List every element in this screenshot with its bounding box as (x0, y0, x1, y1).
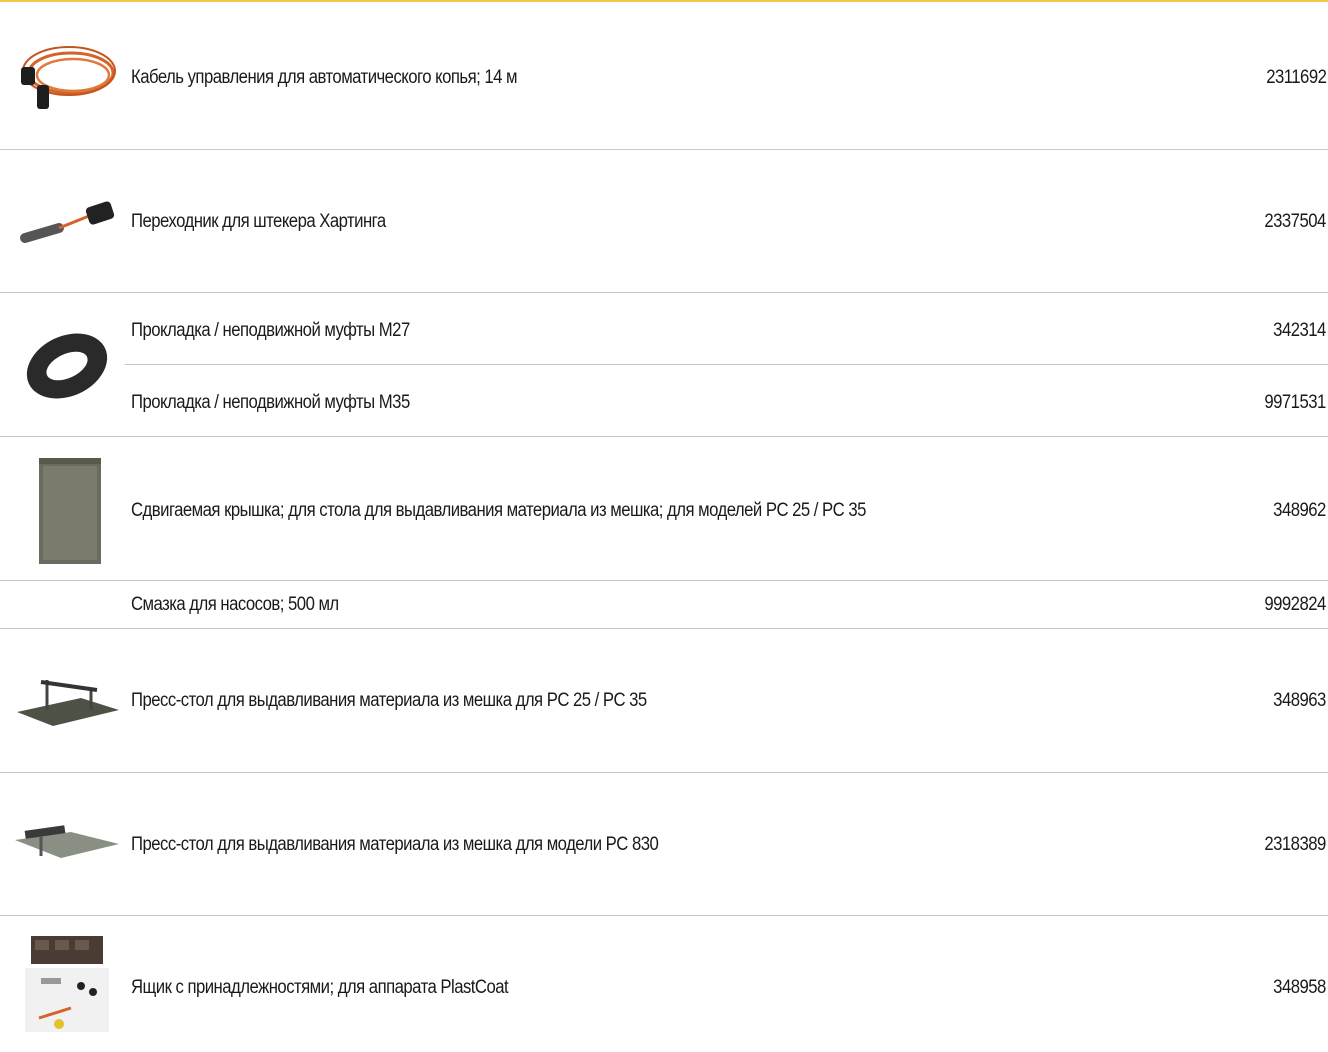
row-separator (0, 580, 1328, 581)
item-code: 348958 (1273, 977, 1326, 998)
item-label: Переходник для штекера Хартинга (131, 211, 386, 232)
accessory-box-icon (10, 926, 122, 1046)
item-label: Пресс-стол для выдавливания материала из… (131, 690, 647, 711)
top-accent-rule (0, 0, 1328, 2)
row-separator (0, 628, 1328, 629)
gasket-ring-icon (10, 300, 122, 430)
item-code: 348963 (1273, 690, 1326, 711)
item-label: Смазка для насосов; 500 мл (131, 594, 339, 615)
item-label: Ящик с принадлежностями; для аппарата Pl… (131, 977, 509, 998)
item-code: 2337504 (1264, 211, 1327, 232)
item-code: 2311692 (1265, 67, 1327, 88)
item-label: Пресс-стол для выдавливания материала из… (131, 834, 659, 855)
press-table-icon (10, 790, 122, 890)
item-code: 348962 (1273, 500, 1326, 521)
item-label: Кабель управления для автоматического ко… (131, 67, 518, 88)
item-code: 9992824 (1264, 594, 1327, 615)
item-code: 9971531 (1264, 392, 1327, 413)
row-separator (0, 149, 1328, 150)
cable-coil-icon (10, 30, 122, 126)
item-code: 342314 (1273, 320, 1326, 341)
item-label: Прокладка / неподвижной муфты M27 (131, 320, 410, 341)
row-separator (0, 915, 1328, 916)
row-separator (0, 772, 1328, 773)
item-code: 2318389 (1264, 834, 1327, 855)
row-separator (0, 436, 1328, 437)
press-table-icon (10, 650, 122, 750)
item-label: Прокладка / неподвижной муфты M35 (131, 392, 410, 413)
row-separator (0, 292, 1328, 293)
row-separator (125, 364, 1328, 365)
item-label: Сдвигаемая крышка; для стола для выдавли… (131, 500, 866, 521)
plug-adapter-icon (10, 176, 122, 272)
sliding-cover-icon (10, 448, 122, 572)
